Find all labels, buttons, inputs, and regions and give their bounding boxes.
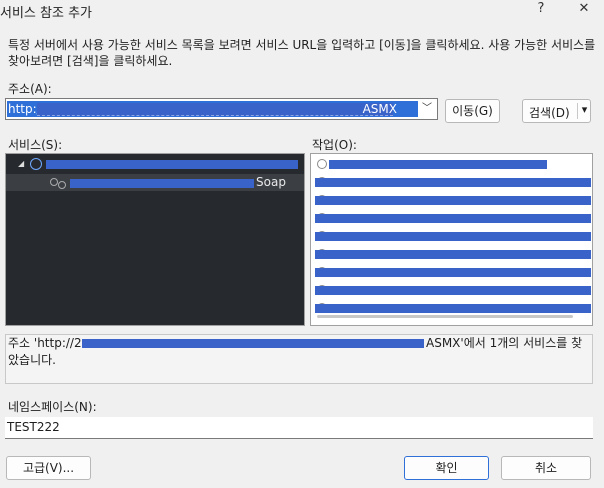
operations-list[interactable]	[310, 153, 593, 326]
list-item[interactable]	[315, 264, 591, 280]
services-label: 서비스(S):	[8, 138, 63, 152]
list-item[interactable]	[315, 300, 591, 316]
endpoint-link-icon	[58, 181, 66, 189]
redacted-operation	[315, 214, 591, 223]
method-icon	[317, 159, 327, 169]
services-tree[interactable]: ◢ Soap	[5, 153, 305, 326]
status-message: 주소 'http://2 ASMX'에서 1개의 서비스를 찾 았습니다.	[5, 334, 593, 384]
address-label: 주소(A):	[8, 82, 52, 96]
discover-button-label[interactable]: 검색(D)	[529, 104, 570, 121]
redacted-service-name	[46, 160, 298, 169]
redacted-operation	[315, 286, 591, 295]
address-combobox[interactable]: http:// ASMX ﹀	[5, 98, 438, 120]
advanced-button[interactable]: 고급(V)...	[6, 456, 91, 480]
redacted-endpoint-name	[70, 179, 254, 188]
redacted-operation	[315, 178, 591, 187]
status-suffix: ASMX'에서 1개의 서비스를 찾	[426, 336, 583, 350]
expand-triangle-icon[interactable]: ◢	[18, 159, 24, 168]
operations-label: 작업(O):	[312, 138, 357, 152]
split-divider	[577, 103, 578, 119]
redacted-operation	[315, 196, 591, 205]
address-selection: http:// ASMX	[7, 101, 418, 117]
horizontal-scrollbar[interactable]	[317, 315, 573, 318]
instructions-text: 특정 서버에서 사용 가능한 서비스 목록을 보려면 서비스 URL을 입력하고…	[8, 38, 596, 68]
list-item[interactable]	[315, 228, 591, 244]
dropdown-arrow-icon[interactable]: ▾	[579, 103, 590, 116]
window-title: 서비스 참조 추가	[0, 6, 92, 21]
list-item[interactable]	[315, 246, 591, 262]
close-icon[interactable]: ✕	[573, 0, 595, 18]
chevron-down-icon[interactable]: ﹀	[420, 102, 434, 116]
list-item[interactable]	[315, 174, 591, 190]
title-bar: 서비스 참조 추가 ? ✕	[0, 0, 604, 22]
redacted-operation	[329, 160, 547, 169]
status-line2: 았습니다.	[8, 353, 56, 367]
address-suffix: ASMX	[362, 102, 397, 116]
endpoint-icon	[50, 178, 58, 186]
list-item[interactable]	[315, 192, 591, 208]
list-item[interactable]	[315, 156, 591, 172]
redacted-operation	[315, 268, 591, 277]
go-button[interactable]: 이동(G)	[445, 99, 500, 123]
redacted-operation	[315, 232, 591, 241]
ok-button[interactable]: 확인	[404, 456, 489, 480]
list-item[interactable]	[315, 210, 591, 226]
help-icon[interactable]: ?	[530, 0, 552, 18]
tree-item-root[interactable]: ◢	[6, 156, 304, 173]
namespace-input[interactable]: TEST222	[5, 417, 593, 439]
status-prefix: 주소 'http://2	[8, 336, 82, 350]
list-item[interactable]	[315, 282, 591, 298]
endpoint-suffix: Soap	[256, 175, 286, 189]
discover-split-button[interactable]: 검색(D) ▾	[522, 99, 591, 123]
redacted-operation	[315, 250, 591, 259]
cancel-button[interactable]: 취소	[501, 456, 591, 480]
redacted-operation	[315, 304, 591, 313]
redacted-status-url	[82, 339, 424, 348]
namespace-label: 네임스페이스(N):	[8, 400, 97, 414]
tree-item-soap[interactable]: Soap	[6, 174, 304, 191]
globe-icon	[30, 158, 42, 170]
redacted-url	[37, 103, 393, 116]
